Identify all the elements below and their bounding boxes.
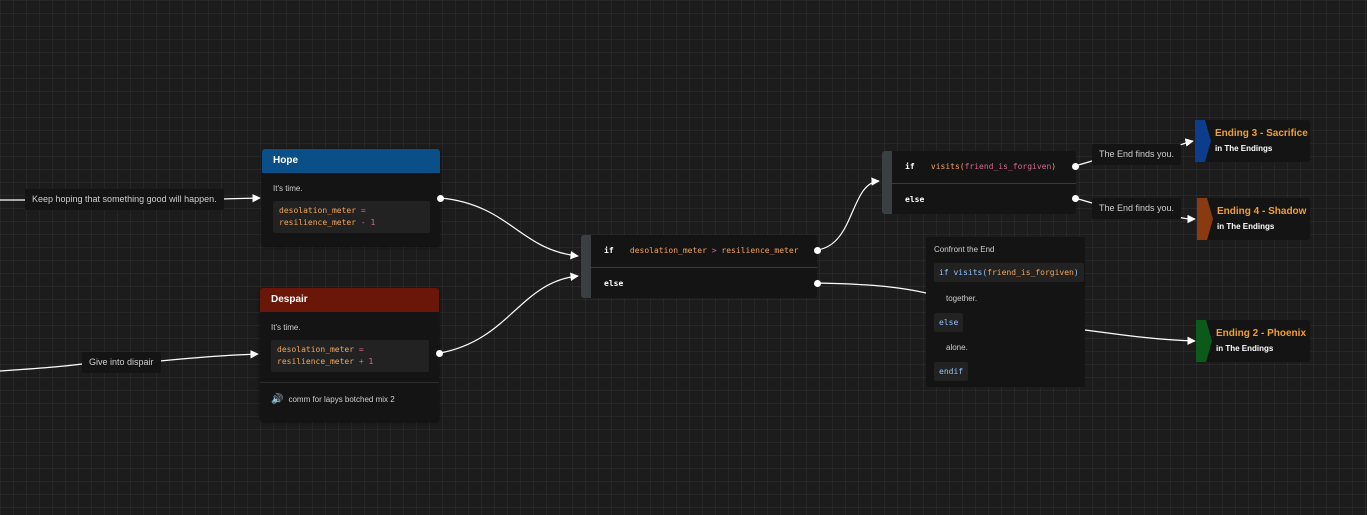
despair-output-port[interactable] xyxy=(436,350,443,357)
ending-title: Ending 4 - Shadow xyxy=(1217,206,1307,217)
hope-node-text: It's time. xyxy=(273,184,303,193)
if-keyword: if xyxy=(905,162,915,171)
cond-close: ) xyxy=(1051,162,1057,171)
wire-confront-to-ending2 xyxy=(1084,329,1196,345)
branch-if-row[interactable]: if desolation_meter > resilience_meter xyxy=(591,235,817,267)
despair-node[interactable]: Despair It's time. desolation_meter = re… xyxy=(260,288,439,421)
if-chip-arg: friend_is_forgiven xyxy=(987,268,1074,277)
branch-if-port[interactable] xyxy=(814,247,821,254)
ending-node-sacrifice[interactable]: Ending 3 - Sacrifice in The Endings xyxy=(1195,120,1310,162)
wire-despair-to-branch xyxy=(439,272,579,354)
despair-audio-row[interactable]: 🔊 comm for lapys botched mix 2 xyxy=(260,382,439,417)
branch-else-row[interactable]: else xyxy=(892,183,1076,216)
connection-label-end-finds-2[interactable]: The End finds you. xyxy=(1092,198,1182,219)
else-keyword: else xyxy=(905,195,925,204)
ending-title: Ending 3 - Sacrifice xyxy=(1215,128,1308,139)
line-alone: alone. xyxy=(946,343,968,352)
cond-fn: visits( xyxy=(930,162,965,171)
ending-subtitle: in The Endings xyxy=(1217,222,1275,231)
else-keyword: else xyxy=(604,279,624,288)
forgiven-else-port[interactable] xyxy=(1072,195,1079,202)
audio-icon: 🔊 xyxy=(271,394,284,405)
despair-node-code[interactable]: desolation_meter = resilience_meter + 1 xyxy=(271,340,429,372)
ending-subtitle: in The Endings xyxy=(1215,144,1273,153)
hope-node[interactable]: Hope It's time. desolation_meter = resil… xyxy=(262,149,440,246)
cond-op: > xyxy=(711,246,717,255)
ending-title: Ending 2 - Phoenix xyxy=(1216,328,1307,339)
code-num: 1 xyxy=(368,357,374,366)
if-chip[interactable]: if visits(friend_is_forgiven) xyxy=(934,263,1084,282)
branch-if-row[interactable]: if visits(friend_is_forgiven) xyxy=(892,151,1076,183)
confront-end-card[interactable]: Confront the End if visits(friend_is_for… xyxy=(926,237,1085,387)
cond-arg: friend_is_forgiven xyxy=(964,162,1052,171)
hope-node-code[interactable]: desolation_meter = resilience_meter - 1 xyxy=(273,201,430,233)
code-op: = xyxy=(360,206,366,215)
despair-node-text: It's time. xyxy=(271,323,301,332)
wire-despair-label-to-despair xyxy=(159,350,259,362)
code-op: = xyxy=(358,345,364,354)
hope-output-port[interactable] xyxy=(437,195,444,202)
branch-node-forgiven[interactable]: if visits(friend_is_forgiven) else xyxy=(882,151,1076,214)
line-together: together. xyxy=(946,294,978,303)
wire-branch-else-to-confront xyxy=(816,282,927,294)
hope-node-title: Hope xyxy=(262,149,440,173)
endif-chip[interactable]: endif xyxy=(934,362,969,381)
ending-flag-icon xyxy=(1195,120,1211,162)
if-chip-text: if visits( xyxy=(939,268,988,277)
choice-label-keep-hoping[interactable]: Keep hoping that something good will hap… xyxy=(25,189,224,210)
forgiven-if-port[interactable] xyxy=(1072,163,1079,170)
wire-left-to-despair-label xyxy=(0,363,83,372)
wire-hope-label-to-hope xyxy=(219,193,261,203)
code-num: 1 xyxy=(370,218,376,227)
if-keyword: if xyxy=(604,246,614,255)
else-chip[interactable]: else xyxy=(934,313,964,332)
confront-title: Confront the End xyxy=(934,245,995,254)
audio-label: comm for lapys botched mix 2 xyxy=(288,395,395,404)
code-op: + xyxy=(358,357,364,366)
code-var: desolation_meter xyxy=(279,206,357,215)
branch-node-meters[interactable]: if desolation_meter > resilience_meter e… xyxy=(581,235,817,298)
code-var: resilience_meter xyxy=(277,357,355,366)
ending-flag-icon xyxy=(1196,320,1212,362)
despair-node-title: Despair xyxy=(260,288,439,312)
choice-label-give-into-despair[interactable]: Give into dispair xyxy=(82,352,161,373)
code-var: desolation_meter xyxy=(277,345,355,354)
ending-node-shadow[interactable]: Ending 4 - Shadow in The Endings xyxy=(1197,198,1310,240)
code-var: resilience_meter xyxy=(279,218,357,227)
wire-hope-to-branch xyxy=(440,197,579,260)
branch-else-port[interactable] xyxy=(814,280,821,287)
ending-subtitle: in The Endings xyxy=(1216,344,1274,353)
cond-right: resilience_meter xyxy=(721,246,799,255)
if-chip-close: ) xyxy=(1073,268,1079,277)
wire-branch-if-to-forgiven xyxy=(816,177,880,251)
cond-left: desolation_meter xyxy=(629,246,707,255)
ending-node-phoenix[interactable]: Ending 2 - Phoenix in The Endings xyxy=(1196,320,1310,362)
branch-else-row[interactable]: else xyxy=(591,267,817,300)
code-op: - xyxy=(360,218,366,227)
ending-flag-icon xyxy=(1197,198,1213,240)
connection-label-end-finds-1[interactable]: The End finds you. xyxy=(1092,144,1182,165)
